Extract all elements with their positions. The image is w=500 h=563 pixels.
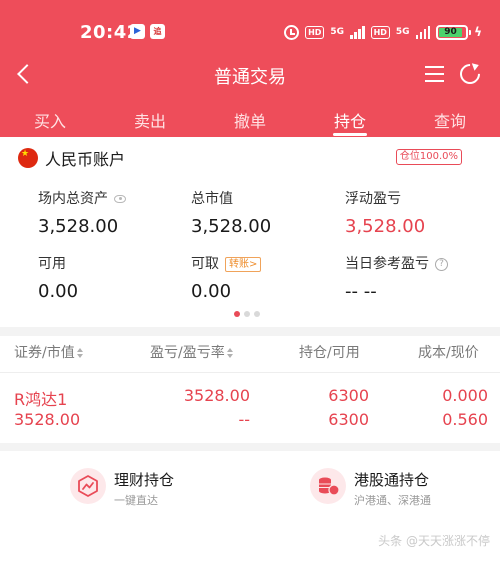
help-icon[interactable]: ?: [435, 257, 448, 271]
daily-pl-label-text: 当日参考盈亏: [345, 256, 429, 272]
signal-icon: [350, 25, 365, 39]
network-type-2: 5G: [395, 26, 410, 37]
network-type: 5G: [330, 26, 345, 37]
price-value: 0.560: [442, 410, 488, 429]
charging-icon: ϟ: [474, 25, 482, 39]
china-flag-icon: [18, 148, 38, 168]
refresh-icon: [455, 59, 485, 89]
hk-connect-title: 港股通持仓: [354, 471, 430, 489]
hk-connect-subtitle: 沪港通、深港通: [354, 494, 431, 507]
header-position-available: 持仓/可用: [299, 342, 360, 362]
position-value: 6300: [328, 386, 369, 405]
table-divider: [0, 372, 500, 373]
transfer-button[interactable]: 转账>: [225, 256, 262, 272]
hd-badge-2: HD: [370, 25, 390, 39]
status-indicators: HD 5G HD 5G 90 ϟ: [284, 22, 482, 42]
header-cost-text: 成本/现价: [418, 345, 479, 361]
battery-level: 90: [439, 27, 462, 37]
wealth-holdings-title: 理财持仓: [114, 471, 175, 489]
floating-pl-value: 3,528.00: [345, 216, 426, 237]
market-value-label: 总市值: [191, 191, 233, 207]
floating-pl-label: 浮动盈亏: [345, 191, 401, 207]
tab-holdings[interactable]: 持仓: [310, 108, 390, 132]
account-header: 人民币账户: [18, 147, 125, 169]
available-qty-value: 6300: [328, 410, 369, 429]
trade-tabs: 买入 卖出 撤单 持仓 查询: [0, 100, 500, 137]
header-pl-rate[interactable]: 盈亏/盈亏率: [150, 342, 233, 362]
holdings-table-header: 证券/市值 盈亏/盈亏率 持仓/可用 成本/现价: [0, 336, 500, 372]
page-dot-active: [234, 311, 240, 317]
daily-pl-label: 当日参考盈亏?: [345, 253, 448, 273]
section-divider-2: [0, 443, 500, 451]
total-assets-value: 3,528.00: [38, 216, 119, 237]
pl-value: 3528.00: [183, 386, 250, 405]
wealth-holdings-link[interactable]: 理财持仓 一键直达: [70, 462, 310, 518]
page-indicator: [234, 311, 260, 317]
eye-icon[interactable]: [114, 195, 126, 203]
hd-badge: HD: [305, 25, 325, 39]
security-market-value: 3528.00: [14, 410, 81, 429]
active-tab-indicator: [333, 133, 367, 136]
header: 20:42 ▶ 追 HD 5G HD 5G 90 ϟ 普通交易 买入 卖出 撤单…: [0, 0, 500, 137]
tab-cancel[interactable]: 撤单: [210, 108, 290, 132]
available-label: 可用: [38, 256, 66, 272]
alarm-icon: [284, 24, 300, 40]
market-value-value: 3,528.00: [191, 216, 272, 237]
signal-icon-2: [415, 25, 431, 39]
menu-button[interactable]: [422, 62, 446, 86]
wealth-holdings-subtitle: 一键直达: [114, 494, 158, 507]
account-card: 人民币账户 仓位100.0% 场内总资产 3,528.00 总市值 3,528.…: [0, 137, 500, 327]
account-title: 人民币账户: [45, 150, 126, 169]
refresh-button[interactable]: [455, 59, 485, 89]
withdrawable-value: 0.00: [191, 281, 232, 302]
header-security-value-text: 证券/市值: [14, 345, 75, 361]
trend-icon: [70, 468, 106, 504]
header-pl-rate-text: 盈亏/盈亏率: [150, 345, 225, 361]
page-dot: [244, 311, 250, 317]
play-app-icon: ▶: [130, 24, 145, 39]
total-assets-label: 场内总资产: [38, 188, 126, 208]
coins-icon: [310, 468, 346, 504]
header-position-text: 持仓/可用: [299, 345, 360, 361]
withdrawable-label: 可取 转账>: [191, 253, 262, 273]
security-name: R鸿达1: [14, 390, 68, 409]
nav-bar: 普通交易: [0, 55, 500, 95]
news-app-icon: 追: [150, 24, 165, 39]
table-row[interactable]: R鸿达1 3528.00 3528.00 -- 6300 6300 0.000 …: [0, 380, 500, 440]
hk-connect-holdings-link[interactable]: 港股通持仓 沪港通、深港通: [310, 462, 500, 518]
sort-icon: [76, 348, 83, 358]
available-value: 0.00: [38, 281, 79, 302]
status-bar: 20:42 ▶ 追 HD 5G HD 5G 90 ϟ: [0, 0, 500, 50]
daily-pl-value: -- --: [345, 281, 377, 302]
header-cost-price: 成本/现价: [418, 342, 479, 362]
total-assets-label-text: 场内总资产: [38, 191, 108, 207]
section-divider: [0, 327, 500, 336]
header-security-value[interactable]: 证券/市值: [14, 342, 83, 362]
battery-icon: 90: [436, 24, 472, 40]
pl-rate-value: --: [238, 410, 250, 429]
tab-buy[interactable]: 买入: [10, 108, 90, 132]
sort-icon: [226, 348, 233, 358]
cost-value: 0.000: [442, 386, 488, 405]
withdrawable-label-text: 可取: [191, 256, 219, 272]
tab-query[interactable]: 查询: [410, 108, 490, 132]
position-badge: 仓位100.0%: [395, 149, 462, 165]
tab-sell[interactable]: 卖出: [110, 108, 190, 132]
watermark: 头条 @天天涨涨不停: [378, 534, 490, 548]
page-dot: [254, 311, 260, 317]
